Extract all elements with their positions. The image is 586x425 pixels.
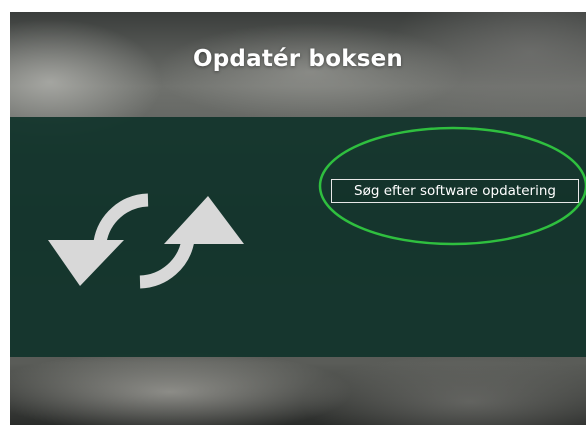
- refresh-icon: [48, 193, 244, 289]
- search-software-update-label: Søg efter software opdatering: [354, 183, 556, 199]
- menu-panel: Søg efter software opdatering: [10, 117, 586, 357]
- title-bar: Opdatér boksen: [10, 12, 586, 117]
- tv-screen: Opdatér boksen Søg efter software opdate…: [10, 12, 586, 425]
- page-title: Opdatér boksen: [193, 45, 403, 72]
- search-software-update-button[interactable]: Søg efter software opdatering: [331, 179, 579, 203]
